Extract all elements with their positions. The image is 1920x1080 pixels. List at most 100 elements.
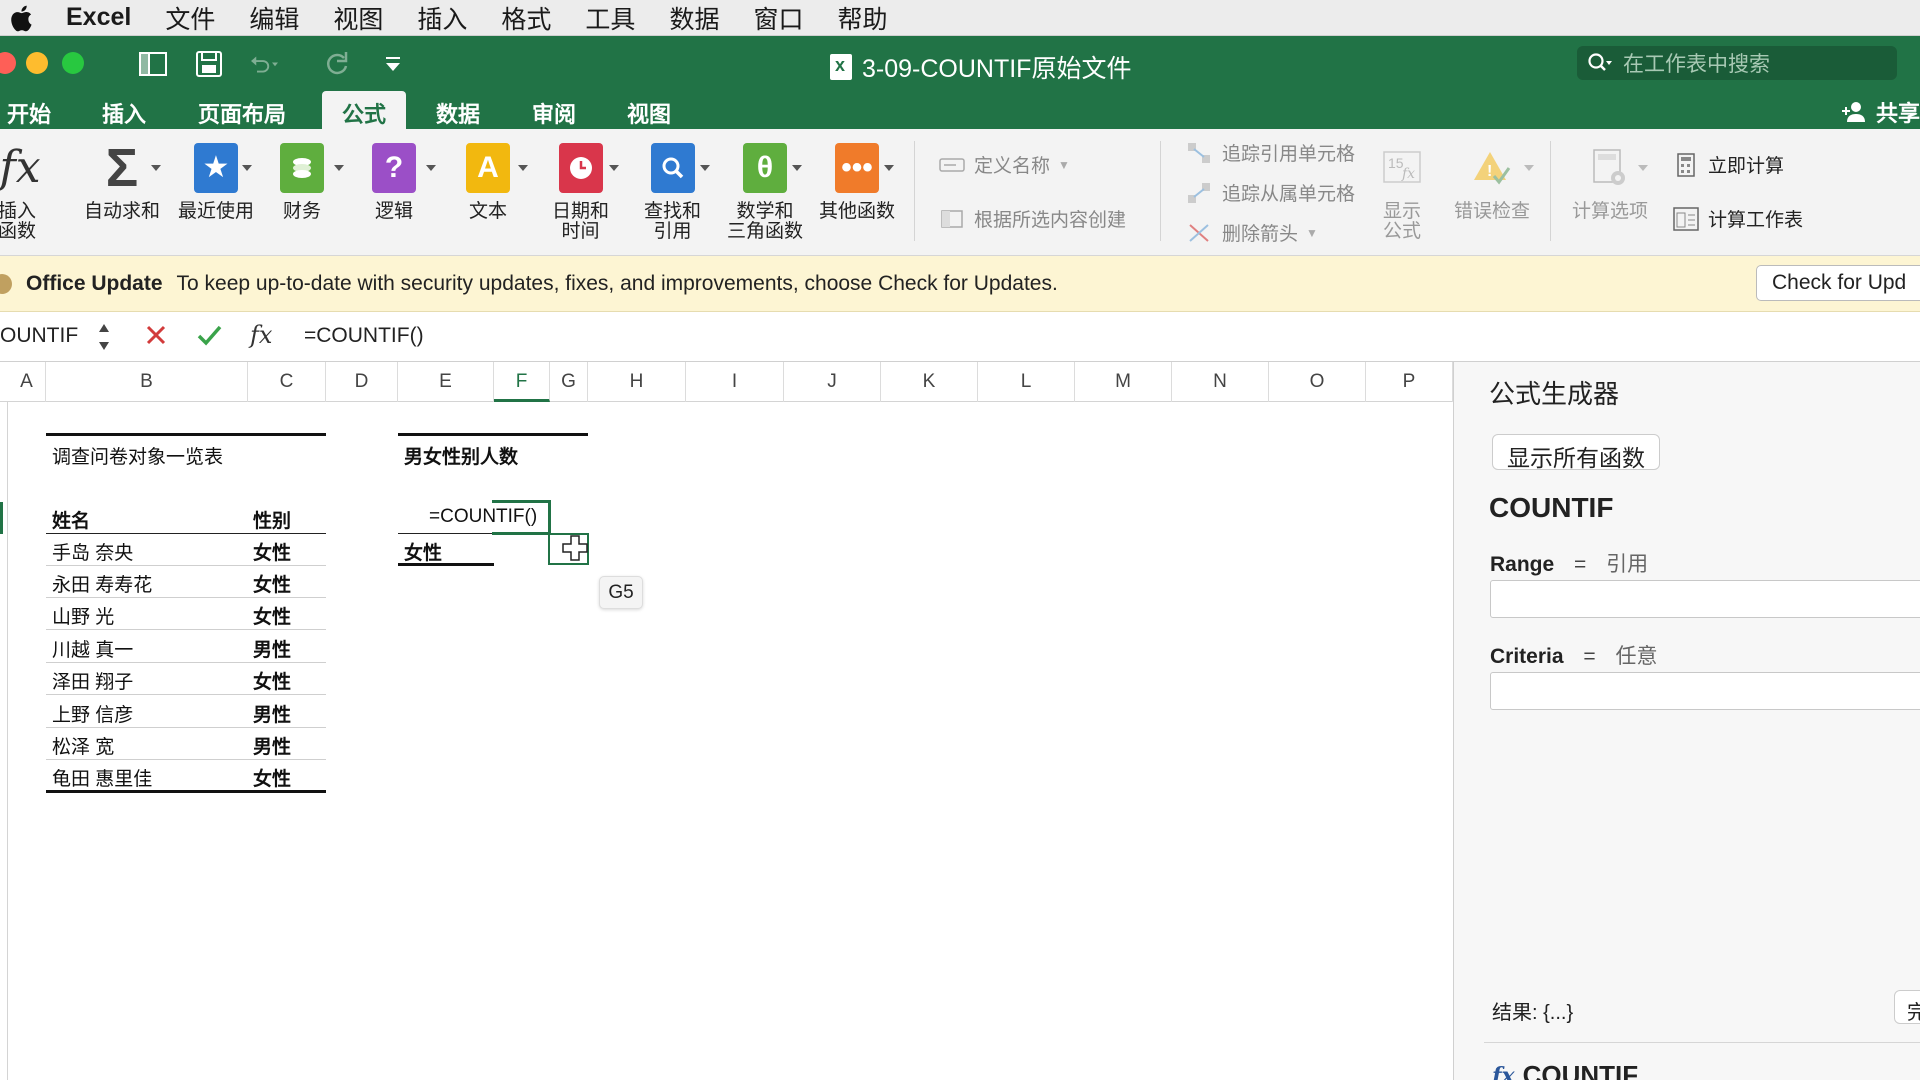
column-header-o[interactable]: O (1269, 362, 1366, 402)
text-button[interactable]: A 文本 (466, 143, 510, 222)
done-button[interactable]: 完 (1894, 990, 1920, 1024)
math-trig-button[interactable]: θ 数学和 三角函数 (727, 143, 803, 242)
close-window-button[interactable] (0, 52, 16, 74)
column-header-n[interactable]: N (1172, 362, 1269, 402)
save-icon[interactable] (194, 50, 224, 78)
table-row-gender[interactable]: 男性 (253, 732, 291, 759)
text-dropdown-icon[interactable] (518, 165, 528, 171)
table-row-name[interactable]: 川越 真一 (52, 635, 133, 662)
create-from-selection-button[interactable]: 根据所选内容创建 (938, 205, 1126, 232)
formula-input[interactable]: =COUNTIF() (304, 324, 424, 348)
recently-used-dropdown-icon[interactable] (242, 165, 252, 171)
trace-dependents-button[interactable]: 追踪从属单元格 (1186, 179, 1355, 206)
table-row-gender[interactable]: 男性 (253, 700, 291, 727)
column-header-c[interactable]: C (248, 362, 326, 402)
menu-file[interactable]: 文件 (165, 0, 215, 36)
undo-icon[interactable] (248, 50, 278, 78)
autosum-button[interactable]: Σ 自动求和 (84, 141, 160, 222)
show-all-functions-button[interactable]: 显示所有函数 (1492, 434, 1660, 471)
table-row-gender[interactable]: 女性 (253, 570, 291, 597)
show-formulas-button[interactable]: 15 fx 显示 公式 (1380, 143, 1424, 242)
error-checking-dropdown-icon[interactable] (1524, 165, 1534, 171)
table-row-name[interactable]: 上野 信彦 (52, 700, 133, 727)
tab-formulas[interactable]: 公式 (322, 91, 407, 129)
name-box-stepper-icon[interactable] (97, 320, 111, 354)
logical-button[interactable]: ? 逻辑 (372, 143, 416, 222)
table-row-name[interactable]: 泽田 翔子 (52, 667, 133, 694)
menu-help[interactable]: 帮助 (837, 0, 887, 36)
menu-tools[interactable]: 工具 (585, 0, 635, 36)
calculate-now-button[interactable]: 立即计算 (1672, 151, 1784, 178)
redo-icon[interactable] (322, 50, 352, 78)
cancel-edit-icon[interactable] (142, 320, 170, 350)
female-label-cell[interactable]: 女性 (404, 538, 442, 565)
column-header-g[interactable]: G (550, 362, 588, 402)
zoom-window-button[interactable] (62, 52, 84, 74)
worksheet-grid[interactable]: A B C D E F G H I J K L M N O P 调查问卷对象一览… (0, 362, 1453, 1080)
column-header-b[interactable]: B (46, 362, 248, 402)
share-button[interactable]: 共享 (1841, 96, 1920, 128)
error-checking-button[interactable]: ! 错误检查 (1454, 143, 1530, 222)
apple-icon[interactable] (6, 3, 40, 33)
table-row-gender[interactable]: 女性 (253, 764, 291, 791)
column-header-l[interactable]: L (978, 362, 1075, 402)
confirm-edit-icon[interactable] (194, 320, 224, 350)
tab-page-layout[interactable]: 页面布局 (198, 97, 286, 129)
menu-window[interactable]: 窗口 (753, 0, 803, 36)
sheet-search-box[interactable]: 在工作表中搜索 (1577, 46, 1897, 80)
column-header-m[interactable]: M (1075, 362, 1172, 402)
survey-table-title[interactable]: 调查问卷对象一览表 (52, 442, 223, 469)
column-header-e[interactable]: E (398, 362, 494, 402)
column-header-i[interactable]: I (686, 362, 784, 402)
table-row-gender[interactable]: 男性 (253, 635, 291, 662)
column-header-d[interactable]: D (326, 362, 398, 402)
customize-toolbar-icon[interactable] (378, 50, 408, 78)
sidebar-toggle-icon[interactable] (138, 50, 168, 78)
menu-insert[interactable]: 插入 (417, 0, 467, 36)
table-row-name[interactable]: 永田 寿寿花 (52, 570, 152, 597)
financial-button[interactable]: 财务 (280, 143, 324, 222)
menu-view[interactable]: 视图 (333, 0, 383, 36)
date-time-dropdown-icon[interactable] (609, 165, 619, 171)
table-row-gender[interactable]: 女性 (253, 667, 291, 694)
menu-data[interactable]: 数据 (669, 0, 719, 36)
gender-header[interactable]: 性别 (253, 506, 291, 533)
trace-precedents-button[interactable]: 追踪引用单元格 (1186, 139, 1355, 166)
menu-edit[interactable]: 编辑 (249, 0, 299, 36)
name-box[interactable]: OUNTIF (0, 324, 80, 348)
insert-function-fx-icon[interactable]: fx (250, 321, 272, 349)
table-row-name[interactable]: 龟田 惠里佳 (52, 764, 152, 791)
criteria-arg-input[interactable] (1490, 672, 1920, 710)
table-row-name[interactable]: 手岛 奈央 (52, 538, 133, 565)
calc-options-dropdown-icon[interactable] (1638, 165, 1648, 171)
column-header-k[interactable]: K (881, 362, 978, 402)
financial-dropdown-icon[interactable] (334, 165, 344, 171)
tab-data[interactable]: 数据 (436, 97, 480, 129)
column-header-j[interactable]: J (784, 362, 881, 402)
calculate-sheet-button[interactable]: 计算工作表 (1672, 205, 1803, 232)
editing-cell-formula[interactable]: =COUNTIF() (429, 506, 537, 528)
remove-arrows-button[interactable]: 删除箭头 ▼ (1186, 219, 1318, 246)
table-row-name[interactable]: 山野 光 (52, 602, 114, 629)
check-for-updates-button[interactable]: Check for Upd (1756, 265, 1920, 301)
menu-format[interactable]: 格式 (501, 0, 551, 36)
range-arg-input[interactable] (1490, 580, 1920, 618)
menu-app-excel[interactable]: Excel (66, 3, 131, 32)
recently-used-button[interactable]: ★ 最近使用 (178, 143, 254, 222)
tab-review[interactable]: 审阅 (532, 97, 576, 129)
more-functions-button[interactable]: ••• 其他函数 (819, 143, 895, 222)
lookup-reference-dropdown-icon[interactable] (700, 165, 710, 171)
tab-home[interactable]: 开始 (7, 97, 51, 129)
column-header-f[interactable]: F (494, 362, 550, 402)
logical-dropdown-icon[interactable] (426, 165, 436, 171)
tab-view[interactable]: 视图 (627, 97, 671, 129)
column-header-p[interactable]: P (1366, 362, 1453, 402)
insert-function-button[interactable]: fx 插入 函数 (0, 143, 42, 242)
more-functions-dropdown-icon[interactable] (884, 165, 894, 171)
table-row-gender[interactable]: 女性 (253, 602, 291, 629)
math-trig-dropdown-icon[interactable] (792, 165, 802, 171)
minimize-window-button[interactable] (26, 52, 48, 74)
date-time-button[interactable]: 日期和 时间 (552, 143, 609, 242)
lookup-reference-button[interactable]: 查找和 引用 (644, 143, 701, 242)
autosum-dropdown-icon[interactable] (151, 165, 161, 171)
